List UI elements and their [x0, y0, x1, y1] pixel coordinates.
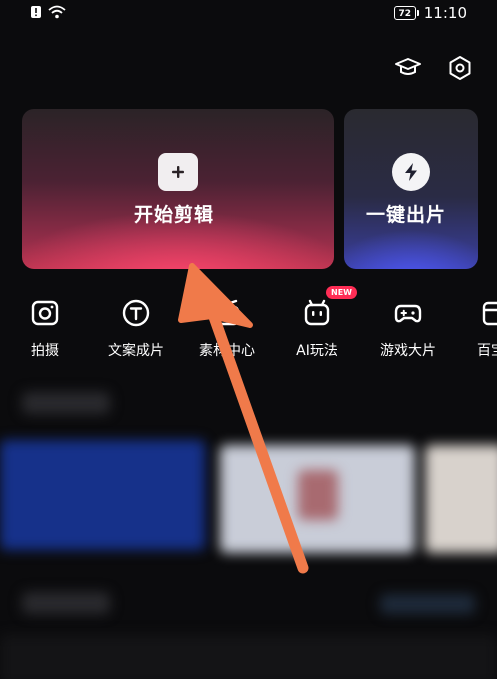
graduation-cap-icon[interactable]: [392, 52, 424, 84]
blurred-link: [380, 594, 475, 614]
box-icon: [482, 301, 497, 326]
feature-text-to-video[interactable]: 文案成片: [96, 298, 176, 360]
feature-label: AI玩法: [296, 343, 338, 359]
one-click-label[interactable]: 一键出片: [366, 200, 446, 227]
feature-ai-play[interactable]: AI玩法: [277, 298, 357, 360]
feature-game-video[interactable]: 游戏大片: [368, 298, 448, 360]
feature-treasure-box[interactable]: 百宝: [459, 298, 497, 360]
blurred-section-title: [22, 592, 110, 614]
new-badge: NEW: [326, 286, 357, 299]
material-icon: [214, 299, 240, 326]
blurred-thumbnail[interactable]: [425, 445, 497, 553]
feature-material-center[interactable]: 素材中心: [187, 298, 267, 360]
battery-icon: 72: [393, 6, 419, 20]
wifi-icon: [48, 5, 66, 19]
status-left: [30, 5, 66, 19]
blurred-row: [0, 635, 497, 679]
status-bar: 72 11:10: [0, 0, 497, 28]
feature-label: 百宝: [477, 343, 497, 359]
gamepad-icon: [394, 304, 422, 323]
blurred-section-title: [22, 392, 110, 414]
feature-shoot[interactable]: 拍摄: [5, 298, 85, 360]
feature-label: 拍摄: [31, 343, 59, 359]
blurred-thumbnail[interactable]: [0, 440, 205, 550]
blurred-thumbnail-detail: [298, 470, 338, 520]
text-t-icon: [122, 299, 150, 327]
clock: 11:10: [423, 4, 467, 22]
feature-label: 素材中心: [199, 343, 255, 359]
battery-level: 72: [398, 9, 412, 19]
status-right: 72 11:10: [393, 4, 467, 22]
feature-label: 游戏大片: [380, 343, 436, 359]
notification-icon: [31, 6, 41, 18]
feature-label: 文案成片: [108, 343, 164, 359]
camera-icon: [31, 300, 59, 326]
screen: 72 11:10 开始剪辑 一键出片 拍摄 文案成片 素材中心 AI玩法 NEW…: [0, 0, 497, 679]
settings-hex-icon[interactable]: [444, 52, 476, 84]
plus-icon[interactable]: [158, 153, 198, 191]
start-edit-label[interactable]: 开始剪辑: [134, 200, 214, 227]
lightning-icon[interactable]: [392, 153, 430, 191]
robot-icon: [304, 299, 330, 326]
